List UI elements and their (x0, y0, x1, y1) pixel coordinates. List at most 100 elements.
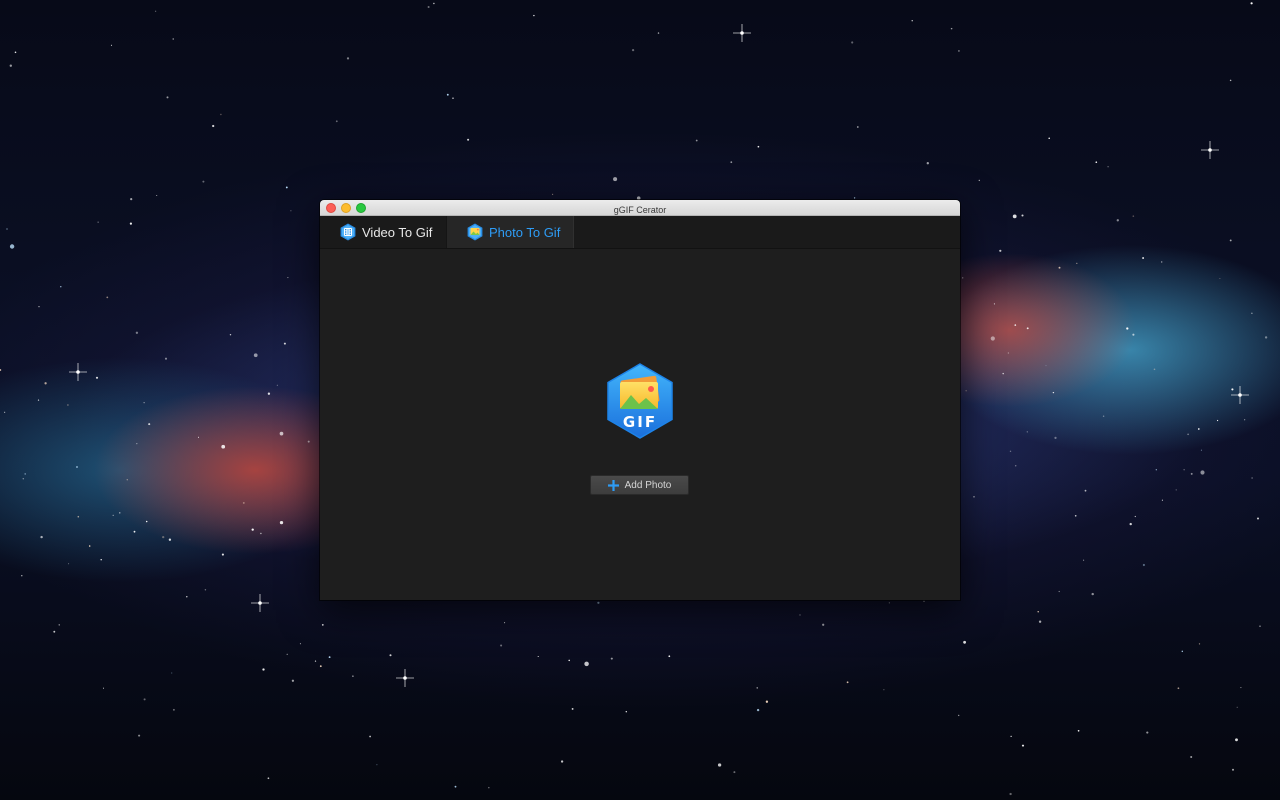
star (1038, 620, 1042, 623)
star (717, 763, 722, 767)
star (262, 668, 265, 671)
star (923, 600, 925, 602)
star (625, 711, 627, 713)
star (657, 32, 660, 34)
minimize-button[interactable] (341, 203, 351, 213)
star (352, 675, 354, 677)
star (290, 210, 292, 212)
sparkle-star (69, 363, 87, 381)
film-icon (340, 223, 356, 241)
star (220, 113, 222, 116)
star (1146, 731, 1149, 734)
star (1177, 687, 1180, 690)
star (38, 306, 40, 308)
star (1010, 735, 1012, 738)
star (1091, 592, 1094, 596)
star (97, 221, 99, 223)
star (1009, 792, 1012, 796)
star (965, 390, 967, 392)
star (212, 124, 215, 128)
star (1190, 472, 1193, 475)
star (597, 601, 600, 604)
tab-photo-to-gif[interactable]: Photo To Gif (447, 216, 574, 248)
star (53, 630, 56, 633)
star (186, 596, 188, 598)
tab-video-to-gif[interactable]: Video To Gif (320, 216, 447, 248)
star (40, 535, 43, 539)
star (321, 624, 324, 626)
zoom-button[interactable] (356, 203, 366, 213)
star (60, 286, 62, 288)
star (1229, 239, 1232, 242)
star (242, 501, 245, 504)
star (67, 404, 69, 406)
star (162, 535, 165, 539)
star (319, 665, 322, 668)
star (1251, 477, 1253, 479)
star (1026, 431, 1028, 433)
star (883, 689, 885, 691)
star (1197, 428, 1200, 430)
window-controls (326, 203, 366, 213)
title-bar[interactable]: gGIF Cerator (320, 200, 960, 216)
sparkle-star (733, 24, 751, 42)
star (1102, 415, 1105, 418)
star (1052, 391, 1055, 394)
star (1107, 165, 1109, 168)
star (143, 402, 145, 404)
star (1132, 333, 1135, 336)
star (1084, 489, 1087, 492)
star (283, 342, 286, 345)
star (95, 376, 99, 379)
star (229, 333, 232, 336)
star (291, 679, 295, 682)
star (6, 228, 8, 230)
star (24, 473, 27, 475)
star (467, 138, 470, 141)
star (950, 27, 953, 30)
close-button[interactable] (326, 203, 336, 213)
star (446, 93, 449, 96)
star (756, 708, 760, 712)
star (1095, 161, 1098, 164)
star (253, 353, 258, 358)
star (276, 384, 278, 386)
star (962, 277, 964, 279)
star (1256, 517, 1260, 520)
star (221, 444, 226, 449)
plus-icon (607, 479, 619, 491)
sparkle-star (396, 669, 414, 687)
star (148, 423, 151, 426)
add-photo-button[interactable]: Add Photo (590, 475, 689, 495)
star (346, 57, 350, 60)
star (0, 368, 2, 372)
star (260, 532, 262, 535)
star (285, 186, 288, 189)
star (1054, 436, 1057, 440)
star (1014, 324, 1017, 326)
star (1083, 559, 1085, 561)
star (1132, 215, 1135, 217)
star (22, 477, 25, 480)
sparkle-star (1201, 141, 1219, 159)
star (143, 698, 146, 701)
star (1251, 312, 1253, 314)
star (202, 180, 205, 183)
star (500, 644, 503, 647)
star (613, 177, 618, 182)
star (119, 512, 121, 514)
star (978, 179, 980, 182)
star (454, 785, 457, 788)
star (856, 126, 859, 128)
star (1244, 419, 1246, 421)
star (1129, 522, 1132, 526)
star (631, 48, 635, 52)
star (1014, 465, 1017, 467)
star (504, 622, 506, 624)
star (68, 563, 70, 565)
star (433, 2, 435, 5)
star (168, 538, 172, 541)
star (757, 145, 760, 148)
star (287, 277, 289, 279)
star (1250, 2, 1253, 5)
